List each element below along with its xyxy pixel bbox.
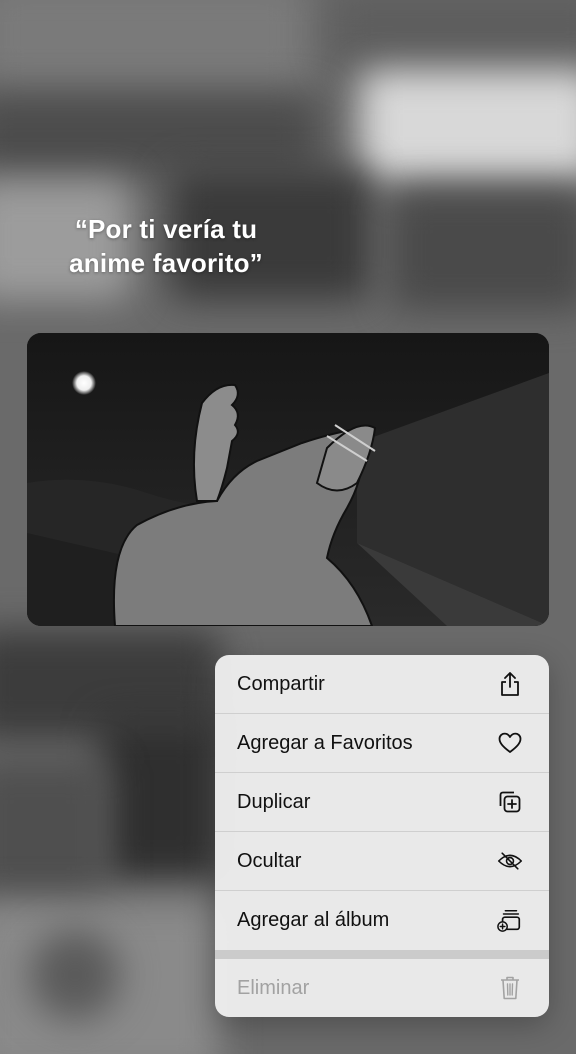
share-menu-item[interactable]: Compartir [215,655,549,713]
add-to-album-label: Agregar al álbum [237,908,390,931]
add-to-album-menu-item[interactable]: Agregar al álbum [215,891,549,949]
hide-menu-item[interactable]: Ocultar [215,832,549,890]
delete-menu-item[interactable]: Eliminar [215,959,549,1017]
overlay-quote-text: “Por ti vería tu anime favorito” [69,214,263,278]
photo-preview [27,333,549,626]
duplicate-menu-item[interactable]: Duplicar [215,773,549,831]
context-menu: Compartir Agregar a Favoritos Duplicar O… [215,655,549,1017]
delete-label: Eliminar [237,976,310,999]
add-to-favorites-label: Agregar a Favoritos [237,731,413,754]
duplicate-icon [497,789,523,815]
heart-icon [497,730,523,756]
add-to-favorites-menu-item[interactable]: Agregar a Favoritos [215,714,549,772]
menu-section-divider [215,950,549,959]
duplicate-label: Duplicar [237,790,311,813]
share-label: Compartir [237,672,325,695]
add-to-album-icon [497,907,523,933]
eye-slash-icon [497,848,523,874]
hide-label: Ocultar [237,849,302,872]
trash-icon [497,975,523,1001]
share-icon [497,671,523,697]
